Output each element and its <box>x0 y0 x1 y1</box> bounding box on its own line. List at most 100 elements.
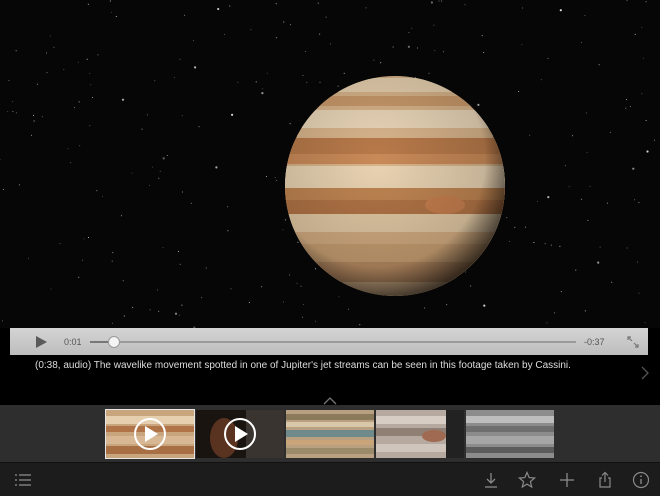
star <box>518 91 520 92</box>
star <box>67 148 69 150</box>
share-button[interactable] <box>596 471 614 489</box>
star <box>181 191 183 193</box>
star <box>289 123 291 125</box>
thumbnail-2[interactable] <box>196 410 284 458</box>
star <box>306 81 308 83</box>
star <box>274 177 276 179</box>
star <box>276 180 278 181</box>
play-button[interactable] <box>26 328 56 355</box>
list-button[interactable] <box>14 471 32 489</box>
star <box>638 292 640 294</box>
favorite-button[interactable] <box>517 470 537 489</box>
star <box>373 59 375 61</box>
star <box>348 308 349 310</box>
star <box>266 175 267 177</box>
star <box>223 33 225 35</box>
star <box>575 269 577 271</box>
star <box>28 257 29 259</box>
scrubber-knob[interactable] <box>108 335 121 348</box>
star <box>506 217 508 219</box>
star <box>407 45 410 48</box>
star <box>302 74 304 76</box>
star <box>644 322 646 324</box>
star <box>470 285 472 287</box>
star <box>179 58 181 60</box>
fullscreen-button[interactable] <box>626 335 640 349</box>
star <box>78 276 80 278</box>
star <box>392 46 394 48</box>
star <box>120 215 122 217</box>
star <box>411 27 413 29</box>
download-button[interactable] <box>482 471 500 489</box>
star <box>82 259 84 261</box>
star <box>15 50 17 52</box>
star <box>433 24 435 26</box>
star <box>343 72 345 74</box>
star <box>589 185 591 187</box>
star <box>629 106 631 108</box>
star <box>217 7 220 11</box>
star <box>88 237 89 238</box>
star <box>626 247 628 249</box>
star <box>33 114 35 116</box>
video-frame[interactable] <box>0 0 660 328</box>
star <box>522 7 523 9</box>
star <box>314 320 316 322</box>
star <box>173 77 175 79</box>
star <box>325 16 327 18</box>
star <box>580 41 582 43</box>
thumbnail-4[interactable] <box>376 410 464 458</box>
thumbnail-3[interactable] <box>286 410 374 458</box>
next-button[interactable] <box>640 365 650 386</box>
star <box>205 267 207 269</box>
star <box>15 112 17 114</box>
star <box>157 289 158 291</box>
star <box>2 188 4 190</box>
star <box>87 3 89 5</box>
star <box>190 202 192 204</box>
star <box>12 111 14 112</box>
star <box>255 81 257 83</box>
star <box>587 219 589 221</box>
thumbnail-5[interactable] <box>466 410 554 458</box>
star <box>634 33 636 35</box>
star <box>559 9 562 12</box>
add-button[interactable] <box>558 471 576 489</box>
star <box>41 116 43 118</box>
star <box>53 46 55 48</box>
star <box>12 101 14 103</box>
star <box>584 15 586 16</box>
star <box>132 306 134 308</box>
thumbnail-image <box>196 410 284 458</box>
star <box>121 98 125 101</box>
star <box>365 7 367 9</box>
thumbnail-1[interactable] <box>105 409 195 459</box>
star <box>645 1 647 3</box>
star <box>632 167 635 170</box>
current-time: 0:01 <box>64 336 82 347</box>
star <box>7 111 9 113</box>
star <box>641 26 643 28</box>
star <box>464 4 466 6</box>
star <box>90 84 92 86</box>
caption-text: (0:38, audio) The wavelike movement spot… <box>35 360 571 371</box>
info-button[interactable] <box>632 471 650 489</box>
scrubber-track[interactable] <box>90 335 576 348</box>
star <box>626 0 628 2</box>
star <box>572 135 573 137</box>
star <box>606 202 608 204</box>
bottom-toolbar <box>0 462 660 496</box>
star <box>282 229 284 231</box>
star <box>598 64 600 66</box>
thumbnail-image <box>466 410 554 458</box>
star <box>49 35 51 37</box>
remaining-time: -0:37 <box>584 336 605 347</box>
playback-bar: 0:01 -0:37 <box>10 328 648 355</box>
star <box>430 1 433 4</box>
star <box>149 309 151 311</box>
star <box>359 324 361 326</box>
star <box>634 199 636 201</box>
star <box>109 0 111 2</box>
star <box>46 52 47 54</box>
star <box>329 43 331 45</box>
